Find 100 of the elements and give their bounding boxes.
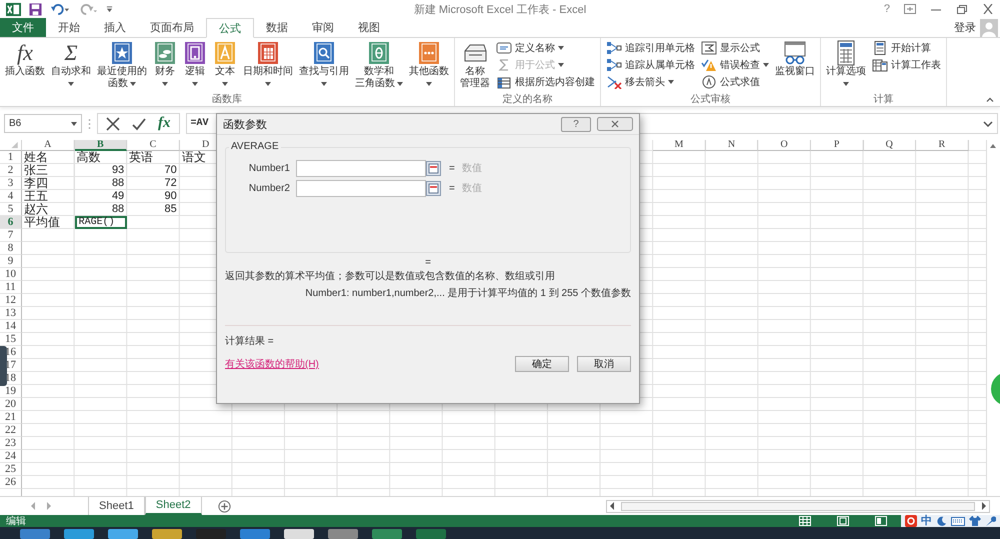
ribbon-button[interactable]: 追踪引用单元格 <box>606 40 695 55</box>
table-cell[interactable]: 70 <box>127 164 180 177</box>
table-cell[interactable]: 张三 <box>22 164 75 177</box>
ribbon-button[interactable]: 文本 <box>211 40 239 90</box>
table-cell[interactable]: 王五 <box>22 190 75 203</box>
ribbon-tab[interactable]: 公式 <box>206 18 254 38</box>
keyboard-icon[interactable] <box>951 516 965 526</box>
ribbon-tab[interactable]: 数据 <box>254 18 300 37</box>
ribbon-button[interactable]: 追踪从属单元格 <box>606 57 695 72</box>
ribbon-button[interactable]: 计算工作表 <box>872 57 941 72</box>
ribbon-button[interactable]: 名称 管理器 <box>458 40 492 90</box>
table-cell[interactable]: 姓名 <box>22 151 75 164</box>
undo-icon[interactable] <box>50 2 70 16</box>
table-cell[interactable]: 英语 <box>127 151 180 164</box>
page-break-icon[interactable] <box>875 516 887 526</box>
ribbon-button[interactable]: 最近使用的 函数 <box>95 40 149 90</box>
help-button[interactable]: ? <box>884 3 890 15</box>
ribbon-tab[interactable]: 页面布局 <box>138 18 206 37</box>
close-icon[interactable] <box>982 4 994 14</box>
column-header[interactable]: M <box>653 140 706 151</box>
ribbon-display-icon[interactable] <box>904 4 916 14</box>
input-field[interactable] <box>296 160 426 176</box>
ribbon-tab[interactable]: 开始 <box>46 18 92 37</box>
ribbon-tab[interactable]: 视图 <box>346 18 392 37</box>
table-cell[interactable]: 49 <box>74 190 128 203</box>
input-mode-button[interactable]: 中 <box>921 515 932 527</box>
collapse-ribbon-icon[interactable] <box>986 97 994 102</box>
column-header[interactable]: R <box>916 140 969 151</box>
column-header[interactable]: P <box>810 140 864 151</box>
column-header[interactable]: A <box>22 140 75 151</box>
ribbon-button[interactable]: 移去箭头 <box>606 74 695 89</box>
ribbon-button[interactable]: 数学和 三角函数 <box>353 40 405 90</box>
ribbon-button[interactable]: 开始计算 <box>872 40 941 55</box>
column-header[interactable]: C <box>127 140 180 151</box>
column-header[interactable]: O <box>758 140 811 151</box>
table-cell[interactable]: 85 <box>127 203 180 216</box>
sign-in-link[interactable]: 登录 <box>954 20 976 35</box>
ribbon-button[interactable]: 监视窗口 <box>773 40 817 78</box>
table-cell[interactable]: 72 <box>127 177 180 190</box>
drag-handle-icon[interactable] <box>88 118 91 130</box>
expand-icon[interactable] <box>983 120 993 126</box>
spreadsheet-logo-icon[interactable] <box>6 2 21 16</box>
ribbon-button[interactable]: 显示公式 <box>701 40 769 55</box>
name-box[interactable]: B6 <box>4 114 82 133</box>
ribbon-button[interactable]: 错误检查 <box>701 57 769 72</box>
column-header[interactable]: Q <box>864 140 916 151</box>
ribbon-button[interactable]: 财务 <box>151 40 179 90</box>
dialog-button[interactable]: 取消 <box>577 356 631 372</box>
shirt-icon[interactable] <box>969 515 981 527</box>
dialog-button[interactable]: 确定 <box>515 356 569 372</box>
ribbon-button[interactable]: 查找与引用 <box>297 40 351 90</box>
close-icon[interactable] <box>597 117 633 131</box>
table-cell[interactable]: 高数 <box>74 151 128 164</box>
save-icon[interactable] <box>29 2 42 16</box>
ribbon-button[interactable]: 定义名称 <box>496 40 595 55</box>
ribbon-button[interactable]: 根据所选内容创建 <box>496 74 595 89</box>
taskbar-app-icon[interactable] <box>284 527 314 539</box>
check-icon[interactable] <box>132 116 146 130</box>
column-header[interactable]: N <box>706 140 758 151</box>
ribbon-button[interactable]: 公式求值 <box>701 74 769 89</box>
collapse-dialog-icon[interactable] <box>426 180 441 196</box>
restore-icon[interactable] <box>956 4 968 14</box>
ime-logo-icon[interactable] <box>905 515 917 527</box>
page-layout-icon[interactable] <box>837 516 849 526</box>
up-arrow-icon[interactable] <box>989 143 997 149</box>
ribbon-tab[interactable]: 插入 <box>92 18 138 37</box>
ribbon-button[interactable]: Σ 自动求和 <box>49 40 93 90</box>
table-cell[interactable]: 88 <box>74 203 128 216</box>
customize-caret-icon[interactable] <box>106 6 113 12</box>
taskbar-app-icon[interactable] <box>152 527 182 539</box>
normal-view-icon[interactable] <box>799 516 811 526</box>
collapse-dialog-icon[interactable] <box>426 160 441 176</box>
ribbon-button[interactable]: fx 插入函数 <box>3 40 47 78</box>
table-cell[interactable]: RAGE() <box>74 216 128 229</box>
ribbon-button[interactable]: 逻辑 <box>181 40 209 90</box>
file-tab[interactable]: 文件 <box>0 18 46 37</box>
table-cell[interactable]: 90 <box>127 190 180 203</box>
ribbon-button[interactable]: 其他函数 <box>407 40 451 90</box>
column-header[interactable]: B <box>74 140 128 151</box>
input-field[interactable] <box>296 180 426 196</box>
right-arrow-icon[interactable] <box>981 502 987 510</box>
cancel-icon[interactable] <box>106 116 120 130</box>
moon-icon[interactable] <box>936 516 947 526</box>
ribbon-button[interactable]: 日期和时间 <box>241 40 295 90</box>
row-header[interactable]: 6 <box>0 216 22 229</box>
ribbon-button[interactable]: 计算选项 <box>824 40 868 90</box>
help-button[interactable]: ? <box>561 116 591 132</box>
taskbar-app-icon[interactable] <box>64 527 94 539</box>
add-sheet-icon[interactable] <box>218 500 231 512</box>
table-cell[interactable]: 93 <box>74 164 128 177</box>
table-cell[interactable]: 李四 <box>22 177 75 190</box>
insert-function-button[interactable]: fx <box>158 115 170 132</box>
table-cell[interactable]: 88 <box>74 177 128 190</box>
help-link[interactable]: 有关该函数的帮助(H) <box>225 357 319 371</box>
horizontal-scrollbar[interactable] <box>606 500 990 512</box>
sheet-tab[interactable]: Sheet2 <box>144 497 202 515</box>
ribbon-tab[interactable]: 审阅 <box>300 18 346 37</box>
table-cell[interactable]: 赵六 <box>22 203 75 216</box>
left-arrow-icon[interactable] <box>609 502 615 510</box>
table-cell[interactable]: 平均值 <box>22 216 75 229</box>
